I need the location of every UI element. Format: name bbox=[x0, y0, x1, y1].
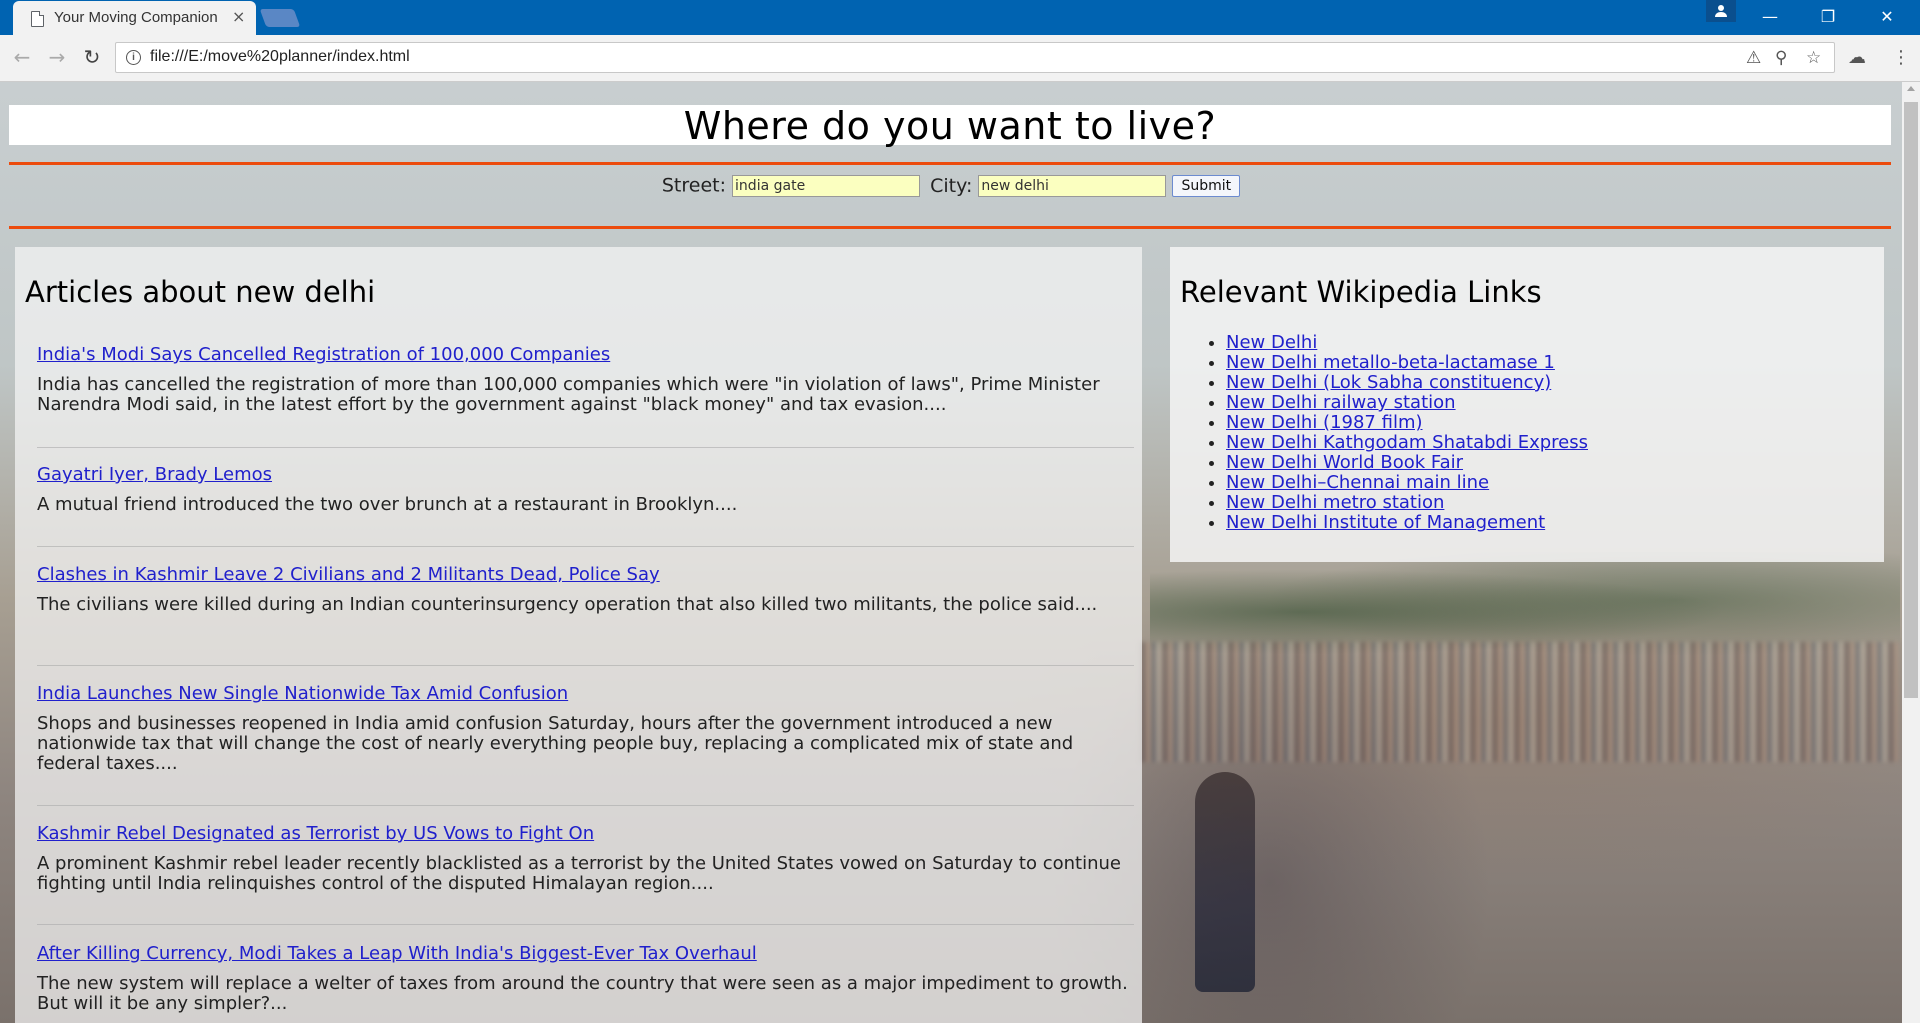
street-label: Street: bbox=[661, 174, 726, 197]
scroll-up-arrow-icon[interactable] bbox=[1907, 86, 1915, 91]
wikipedia-links-list: New Delhi New Delhi metallo-beta-lactama… bbox=[1180, 333, 1588, 533]
article-item: India's Modi Says Cancelled Registration… bbox=[37, 344, 1134, 448]
address-bar[interactable]: i file:///E:/move%20planner/index.html ⚠… bbox=[115, 42, 1835, 73]
list-item: New Delhi metro station bbox=[1226, 493, 1588, 513]
list-item: New Delhi World Book Fair bbox=[1226, 453, 1588, 473]
article-link[interactable]: After Killing Currency, Modi Takes a Lea… bbox=[37, 943, 757, 964]
divider bbox=[9, 226, 1891, 229]
article-link[interactable]: India's Modi Says Cancelled Registration… bbox=[37, 344, 610, 365]
wikipedia-link[interactable]: New Delhi Institute of Management bbox=[1226, 512, 1545, 533]
new-tab-button[interactable] bbox=[259, 9, 301, 27]
wikipedia-link[interactable]: New Delhi Kathgodam Shatabdi Express bbox=[1226, 432, 1588, 453]
info-icon[interactable]: i bbox=[126, 50, 141, 65]
article-item: Gayatri Iyer, Brady Lemos A mutual frien… bbox=[37, 464, 1134, 547]
article-item: India Launches New Single Nationwide Tax… bbox=[37, 683, 1134, 806]
background-crowd bbox=[1140, 642, 1900, 762]
browser-titlebar: Your Moving Companion × — ❐ ✕ bbox=[0, 0, 1920, 35]
menu-kebab-icon[interactable]: ⋮ bbox=[1892, 47, 1910, 68]
extension-icon[interactable]: ☁ bbox=[1848, 47, 1866, 68]
restore-button[interactable]: ❐ bbox=[1805, 0, 1851, 34]
list-item: New Delhi bbox=[1226, 333, 1588, 353]
close-tab-icon[interactable]: × bbox=[232, 7, 245, 27]
scrollbar-thumb[interactable] bbox=[1904, 102, 1918, 698]
minimize-button[interactable]: — bbox=[1747, 0, 1793, 34]
vertical-scrollbar[interactable] bbox=[1902, 82, 1920, 1023]
wikipedia-link[interactable]: New Delhi–Chennai main line bbox=[1226, 472, 1489, 493]
list-item: New Delhi railway station bbox=[1226, 393, 1588, 413]
wikipedia-link[interactable]: New Delhi metro station bbox=[1226, 492, 1444, 513]
profile-button[interactable] bbox=[1706, 0, 1736, 22]
blocked-content-icon[interactable]: ⚠ bbox=[1746, 48, 1761, 68]
list-item: New Delhi–Chennai main line bbox=[1226, 473, 1588, 493]
list-item: New Delhi metallo-beta-lactamase 1 bbox=[1226, 353, 1588, 373]
close-window-button[interactable]: ✕ bbox=[1864, 0, 1910, 34]
wikipedia-title: Relevant Wikipedia Links bbox=[1180, 275, 1542, 309]
article-link[interactable]: Gayatri Iyer, Brady Lemos bbox=[37, 464, 272, 485]
reload-icon[interactable]: ↻ bbox=[81, 46, 103, 68]
list-item: New Delhi Institute of Management bbox=[1226, 513, 1588, 533]
address-form: Street: City: Submit bbox=[0, 174, 1902, 197]
divider bbox=[9, 162, 1891, 165]
article-item: Kashmir Rebel Designated as Terrorist by… bbox=[37, 823, 1134, 925]
article-summary: The civilians were killed during an Indi… bbox=[37, 594, 1098, 615]
city-label: City: bbox=[930, 174, 973, 197]
submit-button[interactable]: Submit bbox=[1172, 174, 1241, 197]
wikipedia-link[interactable]: New Delhi (Lok Sabha constituency) bbox=[1226, 372, 1551, 393]
bookmark-star-icon[interactable]: ☆ bbox=[1806, 48, 1821, 68]
wikipedia-link[interactable]: New Delhi metallo-beta-lactamase 1 bbox=[1226, 352, 1555, 373]
city-input[interactable] bbox=[978, 174, 1167, 197]
article-link[interactable]: India Launches New Single Nationwide Tax… bbox=[37, 683, 568, 704]
wikipedia-panel: Relevant Wikipedia Links New Delhi New D… bbox=[1170, 247, 1884, 562]
street-input[interactable] bbox=[732, 174, 921, 197]
zoom-icon[interactable]: ⚲ bbox=[1775, 48, 1787, 68]
article-summary: The new system will replace a welter of … bbox=[37, 973, 1128, 1014]
page-title: Where do you want to live? bbox=[683, 104, 1217, 148]
page-viewport: Where do you want to live? Street: City:… bbox=[0, 82, 1902, 1023]
list-item: New Delhi (Lok Sabha constituency) bbox=[1226, 373, 1588, 393]
article-item: Clashes in Kashmir Leave 2 Civilians and… bbox=[37, 564, 1134, 666]
page-header: Where do you want to live? bbox=[9, 104, 1891, 148]
article-link[interactable]: Kashmir Rebel Designated as Terrorist by… bbox=[37, 823, 594, 844]
article-link[interactable]: Clashes in Kashmir Leave 2 Civilians and… bbox=[37, 564, 660, 585]
article-summary: A mutual friend introduced the two over … bbox=[37, 494, 738, 515]
background-person bbox=[1195, 772, 1255, 992]
articles-panel: Articles about new delhi India's Modi Sa… bbox=[15, 247, 1142, 1023]
person-icon bbox=[1715, 5, 1727, 17]
article-summary: India has cancelled the registration of … bbox=[37, 374, 1100, 415]
back-arrow-icon[interactable]: ← bbox=[11, 46, 33, 68]
wikipedia-link[interactable]: New Delhi (1987 film) bbox=[1226, 412, 1423, 433]
article-summary: A prominent Kashmir rebel leader recentl… bbox=[37, 853, 1121, 894]
tab-title: Your Moving Companion bbox=[54, 9, 218, 26]
browser-toolbar: ← → ↻ i file:///E:/move%20planner/index.… bbox=[0, 35, 1920, 82]
articles-title: Articles about new delhi bbox=[25, 275, 376, 309]
url-text[interactable]: file:///E:/move%20planner/index.html bbox=[150, 48, 410, 66]
article-item: After Killing Currency, Modi Takes a Lea… bbox=[37, 943, 1134, 1023]
wikipedia-link[interactable]: New Delhi bbox=[1226, 332, 1317, 353]
list-item: New Delhi (1987 film) bbox=[1226, 413, 1588, 433]
list-item: New Delhi Kathgodam Shatabdi Express bbox=[1226, 433, 1588, 453]
page-icon bbox=[31, 11, 44, 27]
forward-arrow-icon[interactable]: → bbox=[46, 46, 68, 68]
article-summary: Shops and businesses reopened in India a… bbox=[37, 713, 1074, 774]
browser-tab[interactable]: Your Moving Companion × bbox=[13, 1, 256, 35]
wikipedia-link[interactable]: New Delhi railway station bbox=[1226, 392, 1456, 413]
wikipedia-link[interactable]: New Delhi World Book Fair bbox=[1226, 452, 1463, 473]
